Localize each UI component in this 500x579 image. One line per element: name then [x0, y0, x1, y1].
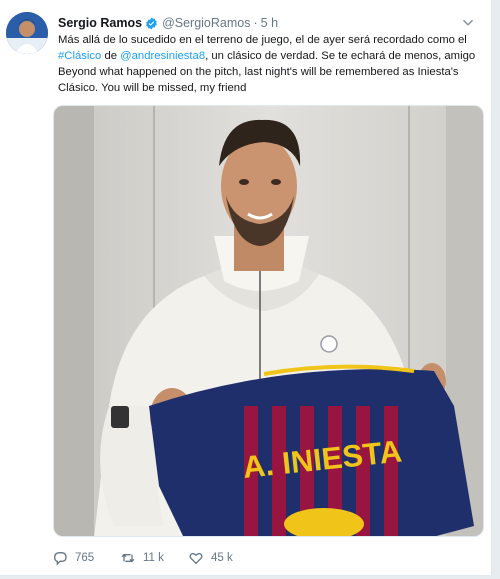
mention-link[interactable]: @andresiniesta8	[120, 50, 205, 62]
user-handle[interactable]: @SergioRamos	[162, 16, 250, 30]
tweet-text-line-1: Más allá de lo sucedido en el terreno de…	[58, 34, 467, 46]
display-name[interactable]: Sergio Ramos	[58, 16, 142, 30]
reply-button[interactable]: 765	[52, 550, 120, 566]
header-separator: ·	[253, 16, 258, 30]
tweet-text-line-2: #Clásico de @andresiniesta8, un clásico …	[58, 48, 488, 64]
like-count: 45 k	[211, 552, 233, 564]
tweet-header: Sergio Ramos @SergioRamos · 5 h	[58, 14, 475, 32]
avatar[interactable]	[6, 12, 48, 54]
retweet-button[interactable]: 11 k	[120, 550, 188, 566]
verified-badge-icon	[146, 17, 157, 29]
chevron-down-icon[interactable]	[461, 16, 475, 30]
tweet-timestamp[interactable]: 5 h	[261, 16, 278, 30]
hashtag-link[interactable]: #Clásico	[58, 50, 101, 62]
avatar-image	[6, 12, 48, 54]
tweet-text-tail: , un clásico de verdad. Se te echará de …	[205, 50, 476, 62]
reply-count: 765	[75, 552, 95, 564]
tweet-card[interactable]: Sergio Ramos @SergioRamos · 5 h Más allá…	[0, 0, 492, 576]
photo-image: A. INIESTA	[54, 106, 483, 536]
retweet-icon	[121, 553, 135, 563]
tweet-text-line-4: Clásico. You will be missed, my friend	[58, 82, 247, 94]
tweet-actions: 765 11 k 45 k	[52, 548, 258, 568]
reply-icon	[53, 552, 67, 566]
tweet-photo[interactable]: A. INIESTA	[53, 105, 484, 537]
retweet-count: 11 k	[143, 552, 164, 564]
tweet-text-connector: de	[101, 50, 121, 62]
tweet-text-line-3: Beyond what happened on the pitch, last …	[58, 66, 459, 78]
heart-icon	[189, 552, 203, 565]
like-button[interactable]: 45 k	[188, 550, 258, 566]
tweet-text: Más allá de lo sucedido en el terreno de…	[58, 32, 488, 96]
